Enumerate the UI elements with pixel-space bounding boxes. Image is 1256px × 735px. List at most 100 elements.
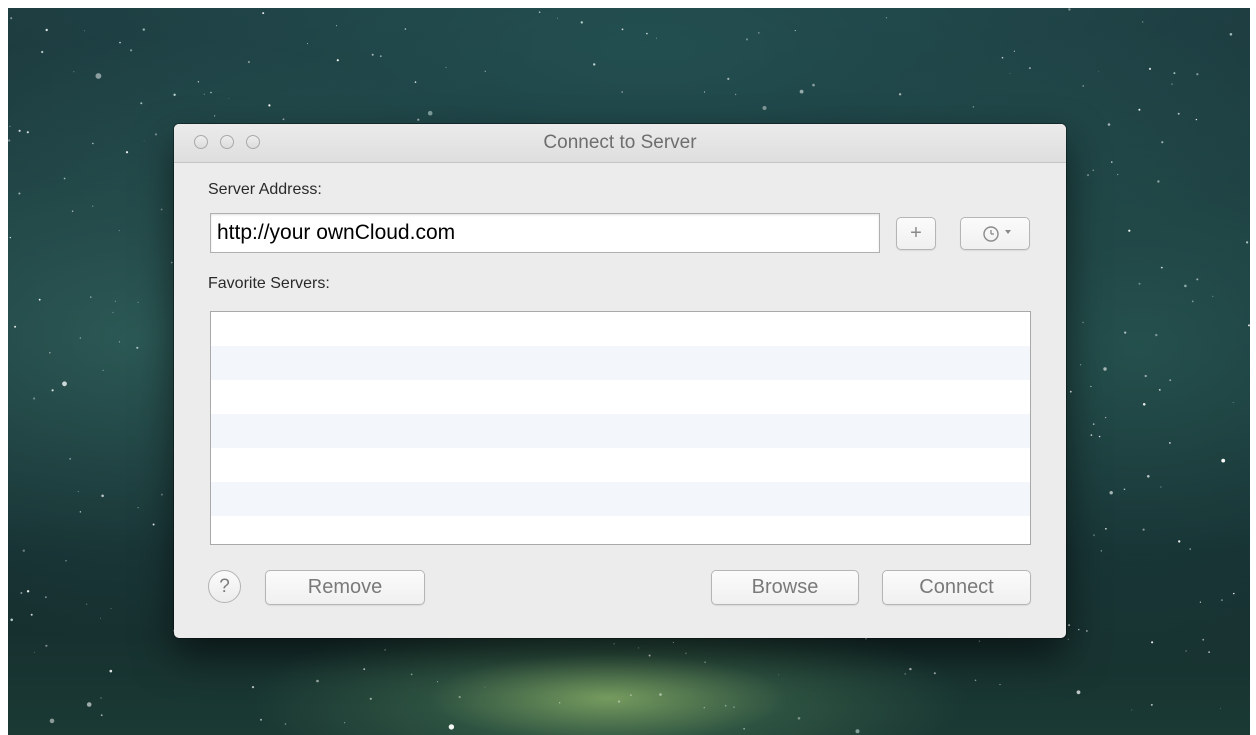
star — [593, 63, 596, 66]
star — [114, 300, 116, 302]
star — [885, 17, 888, 19]
star — [1080, 364, 1082, 366]
star — [656, 37, 657, 39]
star — [580, 21, 583, 24]
star — [621, 28, 624, 31]
star — [112, 311, 114, 313]
star — [1169, 379, 1172, 382]
star — [727, 77, 730, 80]
star — [855, 729, 860, 734]
star — [978, 640, 981, 642]
star — [1103, 367, 1107, 371]
star — [1150, 703, 1153, 706]
star — [1124, 331, 1127, 334]
star — [1028, 67, 1031, 70]
favorite-servers-label: Favorite Servers: — [208, 275, 330, 292]
star — [685, 652, 687, 654]
star — [933, 672, 936, 675]
star — [33, 397, 36, 400]
star — [445, 66, 447, 68]
recent-servers-button[interactable] — [960, 217, 1030, 250]
star — [704, 661, 706, 664]
star — [1009, 72, 1011, 74]
star — [18, 129, 21, 132]
star — [137, 301, 139, 303]
star — [110, 607, 112, 609]
star — [797, 717, 801, 720]
star — [69, 458, 71, 460]
star — [86, 702, 92, 707]
star — [1068, 624, 1071, 627]
star — [38, 298, 41, 301]
star — [140, 102, 143, 105]
list-row — [211, 516, 1030, 544]
star — [210, 91, 212, 94]
star — [344, 722, 346, 724]
star — [629, 694, 632, 697]
star — [974, 679, 977, 682]
star — [247, 60, 250, 64]
help-button[interactable]: ? — [208, 570, 241, 603]
server-address-input[interactable]: http://your ownCloud.com — [210, 213, 880, 253]
star — [1195, 118, 1198, 121]
star — [613, 642, 615, 645]
star — [336, 59, 339, 62]
favorite-servers-list[interactable] — [210, 311, 1031, 545]
star — [137, 507, 139, 509]
star — [1157, 180, 1160, 183]
star — [1212, 295, 1214, 297]
star — [63, 177, 66, 180]
star — [794, 30, 796, 32]
remove-button[interactable]: Remove — [265, 570, 425, 605]
star — [1148, 67, 1152, 70]
star — [703, 707, 705, 709]
star — [1086, 174, 1090, 177]
browse-button[interactable]: Browse — [711, 570, 859, 605]
star — [1155, 333, 1158, 337]
star — [316, 679, 319, 683]
star — [1111, 161, 1113, 163]
star — [268, 104, 271, 107]
star — [101, 494, 104, 498]
star — [672, 641, 675, 644]
add-favorite-button[interactable]: + — [896, 217, 936, 250]
connect-button[interactable]: Connect — [882, 570, 1031, 605]
star — [1090, 385, 1092, 388]
star — [972, 106, 975, 108]
star — [262, 12, 265, 15]
star — [18, 192, 21, 195]
star — [369, 697, 372, 700]
star — [49, 718, 55, 724]
clock-icon — [983, 226, 1011, 242]
star — [228, 98, 230, 99]
star — [1078, 628, 1080, 631]
star — [1144, 374, 1147, 378]
star — [437, 681, 438, 683]
star — [100, 617, 101, 619]
screenshot-frame: Connect to Server Server Address: http:/… — [0, 0, 1256, 735]
star — [1098, 435, 1101, 438]
star — [14, 325, 17, 328]
star — [659, 693, 662, 696]
star — [1104, 416, 1107, 419]
star — [79, 337, 81, 339]
star — [100, 697, 102, 699]
star — [26, 131, 29, 134]
star — [45, 596, 47, 599]
star — [1109, 491, 1113, 495]
star — [1208, 651, 1210, 653]
star — [1248, 324, 1250, 327]
star — [1090, 434, 1093, 436]
star — [160, 208, 163, 211]
star — [8, 139, 11, 142]
star — [45, 28, 48, 32]
star — [1069, 390, 1072, 393]
star — [30, 613, 33, 616]
star — [559, 702, 561, 704]
star — [646, 32, 648, 35]
star — [799, 89, 804, 94]
star — [109, 669, 113, 673]
star — [284, 723, 287, 725]
star — [448, 724, 455, 730]
star — [904, 673, 906, 675]
